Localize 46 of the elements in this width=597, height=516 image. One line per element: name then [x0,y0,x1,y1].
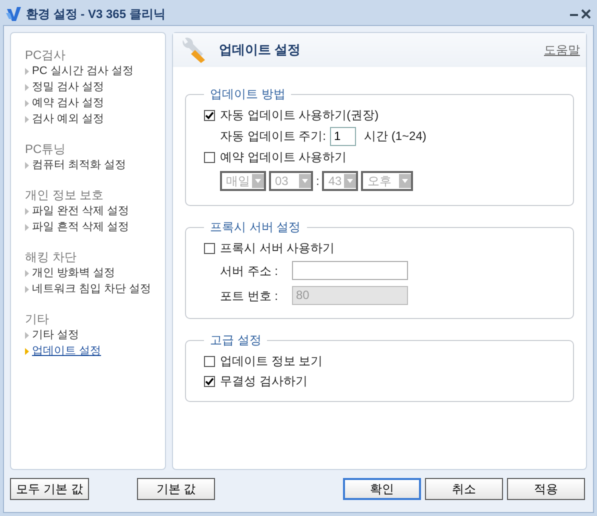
sidebar-link[interactable]: 업데이트 설정 [32,342,102,360]
sidebar-link[interactable]: 네트워크 침입 차단 설정 [32,280,152,298]
field-label: 포트 번호 : [220,288,280,304]
interval-label: 자동 업데이트 주기: [220,128,326,145]
sidebar-link[interactable]: 기타 설정 [32,326,80,344]
group-title: 업데이트 방법 [209,86,286,103]
dialog-button[interactable]: 적용 [507,478,585,500]
sidebar-link[interactable]: 컴퓨터 최적화 설정 [32,156,126,174]
sidebar-link[interactable]: 검사 예외 설정 [32,110,104,128]
checkbox[interactable] [204,376,215,386]
checkbox-label: 무결성 검사하기 [220,373,308,390]
window-title: 환경 설정 - V3 365 클리닉 [26,6,166,23]
field-label: 서버 주소 : [220,262,280,280]
checkbox[interactable] [204,152,215,162]
sidebar-group-title: 개인 정보 보호 [25,187,105,203]
checkbox-label: 예약 업데이트 사용하기 [220,149,347,166]
group-title: 고급 설정 [209,332,262,349]
checkbox[interactable] [204,110,215,120]
checkbox[interactable] [204,356,215,366]
app-logo-icon [6,7,22,21]
sidebar-group-title: PC튜닝 [25,141,67,157]
unit-label: 시간 (1~24) [364,128,426,145]
sidebar-group-title: PC검사 [25,47,67,63]
sidebar-link[interactable]: 파일 완전 삭제 설정 [32,202,130,220]
sidebar-link[interactable]: 개인 방화벽 설정 [32,264,116,282]
dialog-button[interactable]: 모두 기본 값 [10,478,89,500]
help-link[interactable]: 도움말 [544,41,580,59]
sidebar-link[interactable]: 예약 검사 설정 [32,94,104,112]
input-field[interactable] [292,261,408,280]
dialog-button[interactable]: 기본 값 [137,478,215,500]
panel-title: 업데이트 설정 [219,41,301,60]
dialog-button[interactable]: 취소 [425,478,503,500]
checkbox-label: 프록시 서버 사용하기 [220,240,335,257]
interval-field[interactable]: 1 [330,126,356,146]
sidebar-group-title: 기타 [25,311,50,327]
checkbox[interactable] [204,242,215,254]
dialog-button[interactable]: 확인 [343,478,421,500]
checkbox-label: 자동 업데이트 사용하기(권장) [220,107,379,124]
time-separator: : [316,173,320,190]
close-icon[interactable] [581,9,591,19]
sidebar-link[interactable]: 파일 흔적 삭제 설정 [32,218,130,236]
group-title: 프록시 서버 설정 [209,219,302,236]
checkbox-label: 업데이트 정보 보기 [220,353,323,370]
sidebar-link[interactable]: PC 실시간 검사 설정 [32,62,134,80]
sidebar-group-title: 해킹 차단 [25,249,78,265]
sidebar-link[interactable]: 정밀 검사 설정 [32,78,104,96]
